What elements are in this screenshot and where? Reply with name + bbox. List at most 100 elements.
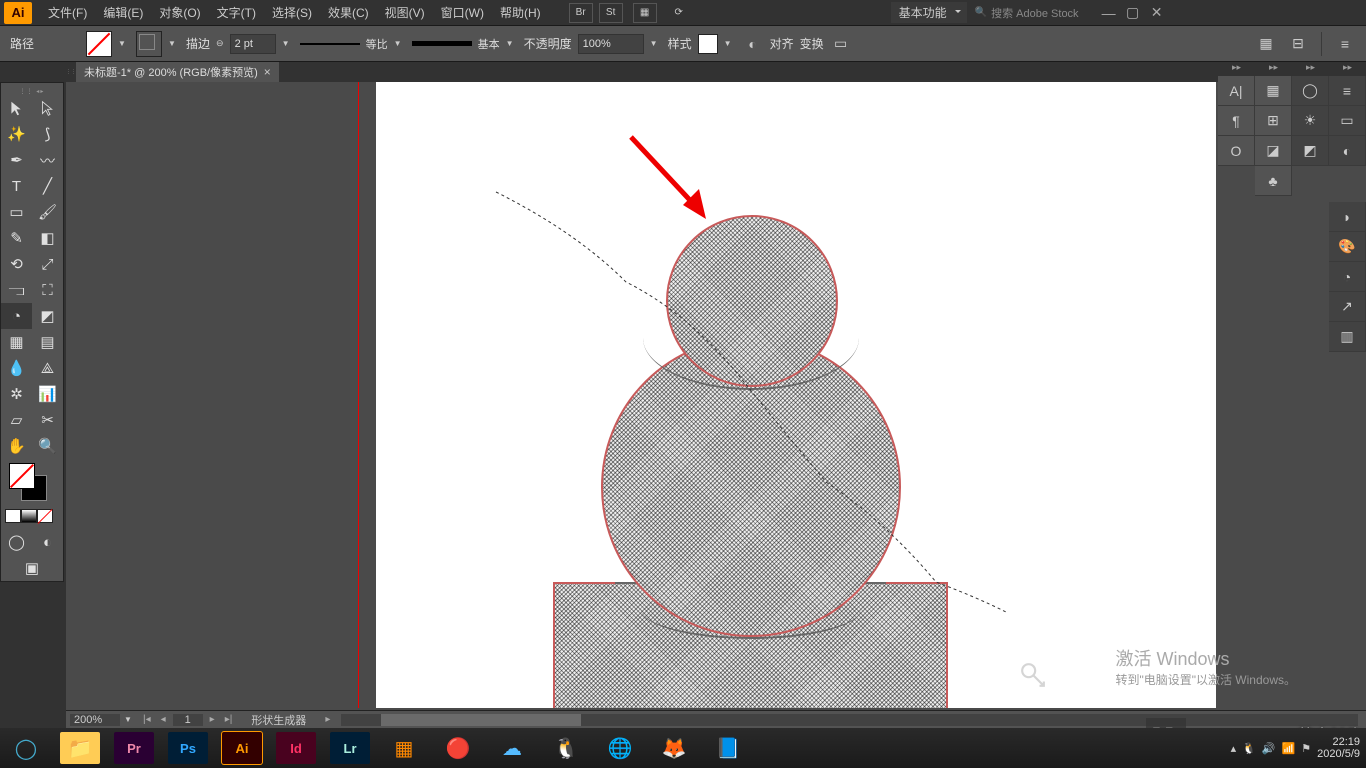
brush-dropdown[interactable]: ▼ [506, 39, 518, 48]
panel-icon-2[interactable]: ⊟ [1287, 33, 1309, 55]
stroke-weight-input[interactable] [230, 34, 276, 54]
fill-color[interactable] [9, 463, 35, 489]
bridge-button[interactable]: Br [569, 3, 593, 23]
menu-object[interactable]: 对象(O) [151, 4, 208, 21]
width-tool[interactable]: ⫎ [1, 277, 32, 303]
pen-tool[interactable]: ✒ [1, 147, 32, 173]
style-swatch[interactable] [698, 34, 718, 54]
panel-libraries-icon[interactable]: ▥ [1329, 322, 1366, 352]
color-mode-none[interactable] [37, 509, 53, 523]
panel-swatches-icon[interactable]: ◔ [1329, 262, 1366, 292]
taskbar-app1-icon[interactable]: ▦ [384, 732, 424, 764]
prev-artboard-button[interactable]: ◂ [158, 714, 169, 725]
taskbar-browser-icon[interactable]: ◯ [6, 732, 46, 764]
brush-preview[interactable] [412, 37, 472, 51]
dock-collapse-4[interactable]: ▸▸ [1329, 62, 1366, 76]
panel-color-icon[interactable]: 🎨 [1329, 232, 1366, 262]
scale-tool[interactable]: ⤢ [32, 251, 63, 277]
tray-clock[interactable]: 22:19 2020/5/9 [1317, 736, 1360, 760]
color-mode-gradient[interactable] [21, 509, 37, 523]
taskbar-lightroom-icon[interactable]: Lr [330, 732, 370, 764]
draw-behind[interactable]: ◐ [32, 529, 63, 555]
gpu-icon[interactable]: ⟳ [667, 3, 691, 23]
line-tool[interactable]: ╱ [32, 173, 63, 199]
close-button[interactable]: ✕ [1145, 4, 1169, 22]
panel-artboards-icon[interactable]: ◐ [1329, 136, 1366, 166]
blend-tool[interactable]: ⟁ [32, 355, 63, 381]
document-tab[interactable]: 未标题-1* @ 200% (RGB/像素预览) × [76, 62, 279, 82]
gradient-tool[interactable]: ▤ [32, 329, 63, 355]
maximize-button[interactable]: ▢ [1121, 4, 1145, 22]
dock-collapse-1[interactable]: ▸▸ [1218, 62, 1255, 76]
taskbar-firefox-icon[interactable]: 🦊 [654, 732, 694, 764]
first-artboard-button[interactable]: |◂ [140, 714, 154, 725]
panel-geometry-icon[interactable]: ◗ [1329, 202, 1366, 232]
tray-up-icon[interactable]: ▴ [1231, 742, 1237, 755]
search-stock-input[interactable]: 搜索 Adobe Stock [967, 3, 1097, 23]
fill-swatch[interactable] [86, 31, 112, 57]
panel-icon-1[interactable]: ▦ [1255, 33, 1277, 55]
zoom-dropdown[interactable]: ▼ [124, 715, 136, 724]
panel-transform-icon[interactable]: ⊞ [1255, 106, 1292, 136]
panel-align-icon[interactable]: ▦ [1255, 76, 1292, 106]
dash-dropdown[interactable]: ▼ [394, 39, 406, 48]
taskbar-notes-icon[interactable]: 📘 [708, 732, 748, 764]
menu-edit[interactable]: 编辑(E) [95, 4, 151, 21]
taskbar-premiere-icon[interactable]: Pr [114, 732, 154, 764]
menu-select[interactable]: 选择(S) [264, 4, 320, 21]
shaper-tool[interactable]: ✎ [1, 225, 32, 251]
panel-brightness-icon[interactable]: ☀ [1292, 106, 1329, 136]
selection-tool[interactable] [1, 95, 32, 121]
tray-speaker-icon[interactable]: 🔊 [1262, 742, 1276, 755]
panel-paragraph-icon[interactable]: ¶ [1218, 106, 1255, 136]
eraser-tool[interactable]: ◧ [32, 225, 63, 251]
zoom-tool[interactable]: 🔍 [32, 433, 63, 459]
rotate-tool[interactable]: ⟲ [1, 251, 32, 277]
panel-layers-icon[interactable]: ▭ [1329, 106, 1366, 136]
panel-symbols-icon[interactable]: ♣ [1255, 166, 1292, 196]
panel-shape-icon[interactable]: ◩ [1292, 136, 1329, 166]
workspace-switcher[interactable]: 基本功能 [891, 2, 967, 23]
opacity-input[interactable] [578, 34, 644, 54]
panel-character-icon[interactable]: A| [1218, 76, 1255, 106]
shape-circle-small[interactable] [666, 215, 838, 387]
artboard-number[interactable]: 1 [173, 714, 203, 726]
menu-view[interactable]: 视图(V) [377, 4, 433, 21]
stroke-weight-dropdown[interactable]: ▼ [282, 39, 294, 48]
curvature-tool[interactable]: 〰 [32, 147, 63, 173]
screen-mode[interactable]: ▣ [1, 555, 63, 581]
style-dropdown[interactable]: ▼ [724, 39, 736, 48]
dock-collapse-3[interactable]: ▸▸ [1292, 62, 1329, 76]
magic-wand-tool[interactable]: ✨ [1, 121, 32, 147]
menu-type[interactable]: 文字(T) [209, 4, 264, 21]
menu-window[interactable]: 窗口(W) [433, 4, 492, 21]
taskbar-photoshop-icon[interactable]: Ps [168, 732, 208, 764]
align-label[interactable]: 对齐 [770, 35, 794, 52]
tray-qq-icon[interactable]: 🐧 [1242, 742, 1256, 755]
taskbar-qq-icon[interactable]: 🐧 [546, 732, 586, 764]
next-artboard-button[interactable]: ▸ [207, 714, 218, 725]
direct-selection-tool[interactable] [32, 95, 63, 121]
panel-pathfinder-icon[interactable]: ◪ [1255, 136, 1292, 166]
menu-effect[interactable]: 效果(C) [320, 4, 377, 21]
tab-close-button[interactable]: × [264, 65, 271, 79]
taskbar-illustrator-icon[interactable]: Ai [222, 732, 262, 764]
transform-label[interactable]: 变换 [800, 35, 824, 52]
arrange-docs-icon[interactable]: ▦ [633, 3, 657, 23]
stroke-dropdown[interactable]: ▼ [168, 39, 180, 48]
fill-dropdown[interactable]: ▼ [118, 39, 130, 48]
artboard-tool[interactable]: ▱ [1, 407, 32, 433]
panel-properties-icon[interactable]: ≡ [1329, 76, 1366, 106]
fill-stroke-swatches[interactable] [1, 459, 63, 509]
taskbar-explorer-icon[interactable]: 📁 [60, 732, 100, 764]
menu-help[interactable]: 帮助(H) [492, 4, 549, 21]
panel-export-icon[interactable]: ↗ [1329, 292, 1366, 322]
perspective-tool[interactable]: ◩ [32, 303, 63, 329]
draw-normal[interactable]: ◯ [1, 529, 32, 555]
horizontal-scrollbar[interactable] [341, 714, 1358, 726]
recolor-icon[interactable]: ◐ [742, 33, 764, 55]
last-artboard-button[interactable]: ▸| [222, 714, 236, 725]
panel-menu-icon[interactable]: ≡ [1334, 33, 1356, 55]
menu-file[interactable]: 文件(F) [40, 4, 95, 21]
stroke-dash-preview[interactable] [300, 37, 360, 51]
